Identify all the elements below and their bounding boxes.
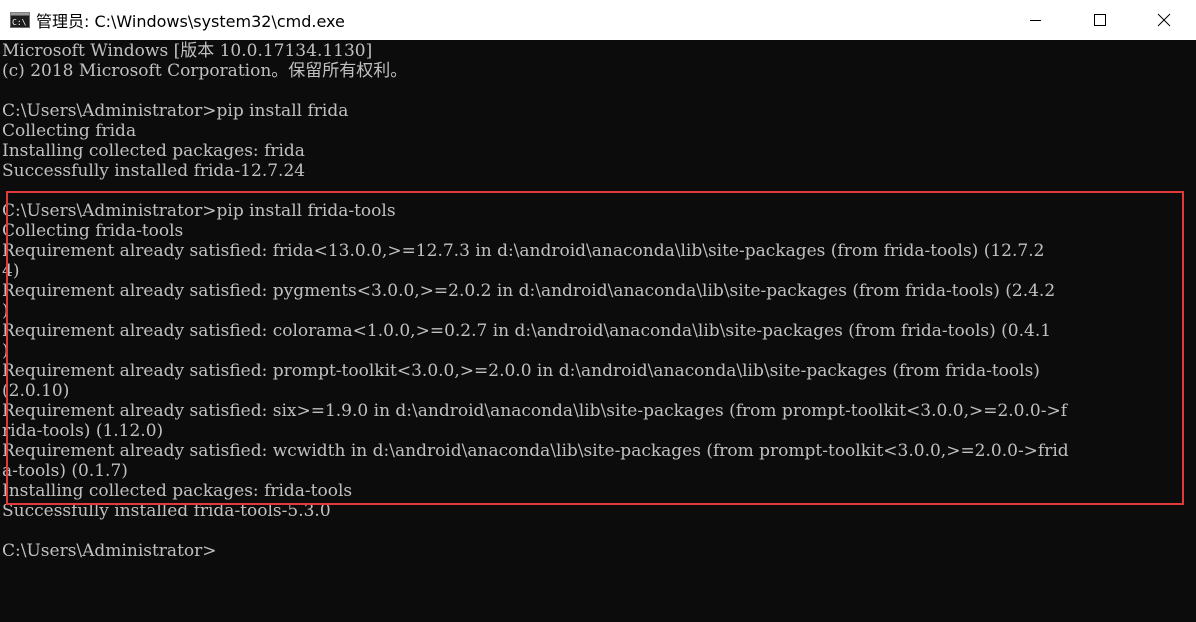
maximize-icon (1094, 14, 1106, 26)
title-bar[interactable]: C:\ 管理员: C:\Windows\system32\cmd.exe (0, 0, 1196, 40)
close-icon (1157, 13, 1171, 27)
console-line: Requirement already satisfied: frida<13.… (2, 241, 1045, 261)
close-button[interactable] (1132, 0, 1196, 40)
console-line: Requirement already satisfied: pygments<… (2, 281, 1056, 301)
console-line: 4) (2, 261, 20, 281)
console-line: C:\Users\Administrator>pip install frida… (2, 201, 396, 221)
console-line: Collecting frida-tools (2, 221, 184, 241)
console-line: Collecting frida (2, 121, 137, 141)
cmd-window: C:\ 管理员: C:\Windows\system32\cmd.exe Mic… (0, 0, 1196, 622)
console-line: ) (2, 301, 9, 321)
console-line: Installing collected packages: frida (2, 141, 305, 161)
console-line: Requirement already satisfied: wcwidth i… (2, 441, 1069, 461)
console-output[interactable]: Microsoft Windows [版本 10.0.17134.1130] (c… (0, 40, 1196, 622)
console-line: Requirement already satisfied: colorama<… (2, 321, 1052, 341)
console-line: ) (2, 341, 9, 361)
window-title: 管理员: C:\Windows\system32\cmd.exe (36, 12, 345, 31)
console-line: Requirement already satisfied: six>=1.9.… (2, 401, 1067, 421)
console-line: rida-tools) (1.12.0) (2, 421, 164, 441)
console-line: Successfully installed frida-tools-5.3.0 (2, 501, 331, 521)
cmd-app-icon: C:\ (10, 12, 30, 28)
console-line: Microsoft Windows [版本 10.0.17134.1130] (2, 41, 373, 61)
console-line: C:\Users\Administrator>pip install frida (2, 101, 349, 121)
svg-text:C:\: C:\ (12, 18, 27, 27)
console-line: a-tools) (0.1.7) (2, 461, 128, 481)
console-line: (2.0.10) (2, 381, 70, 401)
console-line: Requirement already satisfied: prompt-to… (2, 361, 1040, 381)
console-line: (c) 2018 Microsoft Corporation。保留所有权利。 (2, 61, 408, 81)
console-line: C:\Users\Administrator> (2, 541, 217, 561)
minimize-icon (1030, 20, 1041, 21)
minimize-button[interactable] (1004, 0, 1068, 40)
window-controls (1004, 0, 1196, 40)
console-line: Successfully installed frida-12.7.24 (2, 161, 306, 181)
maximize-button[interactable] (1068, 0, 1132, 40)
console-line: Installing collected packages: frida-too… (2, 481, 353, 501)
